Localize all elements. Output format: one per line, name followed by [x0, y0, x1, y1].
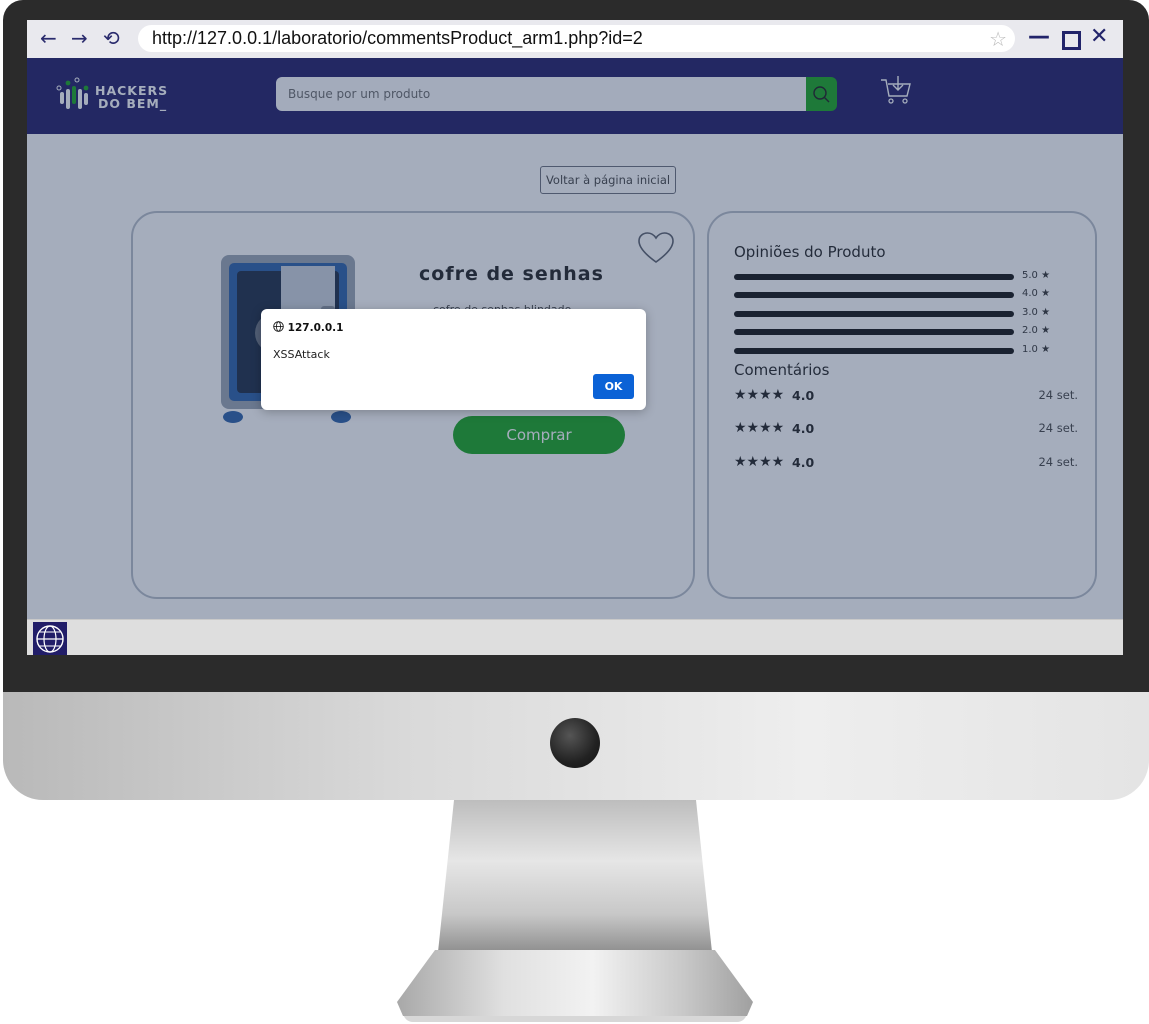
monitor-stand-base: [397, 950, 753, 1016]
screen: ← → ⟲ http://127.0.0.1/laboratorio/comme…: [27, 20, 1123, 655]
back-arrow-icon[interactable]: ←: [40, 26, 57, 50]
monitor-power-button: [550, 718, 600, 768]
taskbar: [27, 619, 1123, 655]
forward-arrow-icon[interactable]: →: [71, 26, 88, 50]
close-icon[interactable]: ✕: [1090, 24, 1108, 49]
browser-taskbar-button[interactable]: [33, 622, 67, 655]
maximize-icon[interactable]: [1062, 31, 1081, 50]
address-bar-url: http://127.0.0.1/laboratorio/commentsPro…: [152, 28, 643, 48]
monitor-stand-neck: [438, 800, 712, 952]
dialog-message: XSSAttack: [273, 348, 330, 361]
address-bar[interactable]: http://127.0.0.1/laboratorio/commentsPro…: [138, 25, 1015, 52]
minimize-icon[interactable]: —: [1028, 24, 1050, 49]
bookmark-star-icon[interactable]: ☆: [989, 27, 1007, 51]
reload-icon[interactable]: ⟲: [103, 26, 120, 50]
globe-icon: [36, 625, 64, 653]
browser-toolbar: ← → ⟲ http://127.0.0.1/laboratorio/comme…: [27, 20, 1123, 58]
alert-dialog: 127.0.0.1 XSSAttack OK: [261, 309, 646, 410]
dialog-origin: 127.0.0.1: [273, 321, 343, 334]
globe-icon: [273, 321, 284, 332]
dialog-ok-button[interactable]: OK: [593, 374, 634, 399]
dialog-origin-text: 127.0.0.1: [287, 322, 344, 334]
